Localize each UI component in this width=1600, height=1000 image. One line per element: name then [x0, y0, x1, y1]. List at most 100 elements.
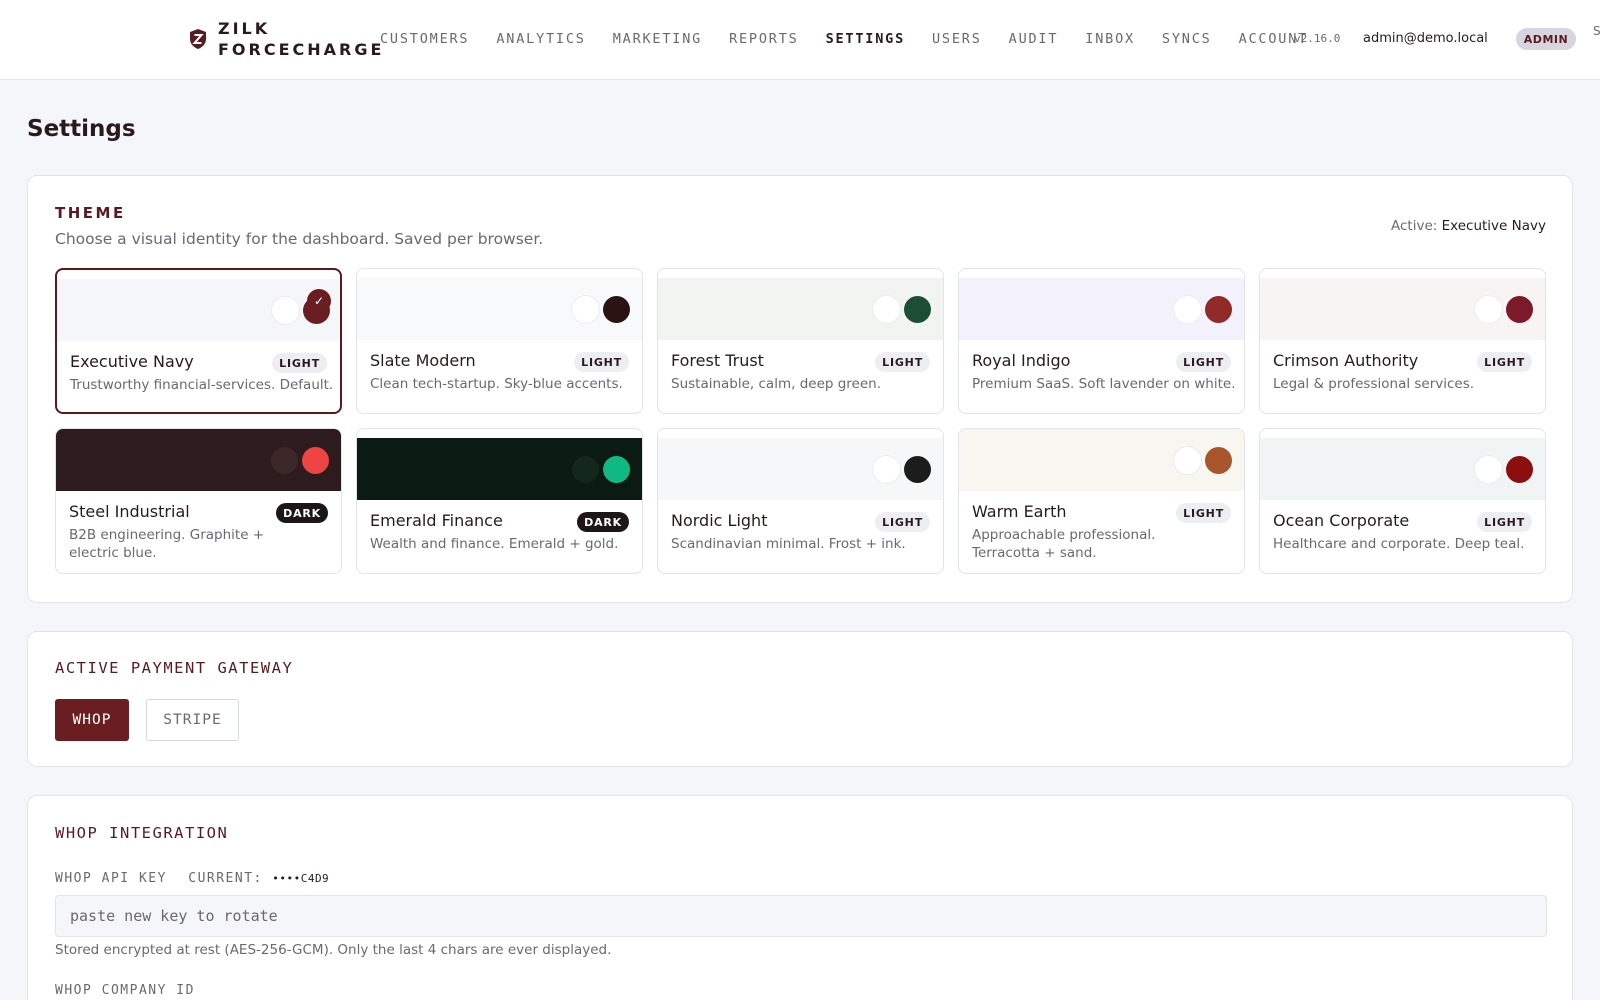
api-key-help-text: Stored encrypted at rest (AES-256-GCM). …	[55, 942, 612, 958]
app-version: v2.16.0	[1294, 32, 1341, 45]
theme-name: Executive Navy	[70, 352, 194, 371]
brand-line-1: ZILK	[218, 19, 271, 38]
theme-name: Warm Earth	[972, 502, 1067, 521]
theme-description: Clean tech-startup. Sky-blue accents.	[370, 376, 623, 392]
nav-settings[interactable]: SETTINGS	[826, 31, 905, 47]
theme-description: Trustworthy financial-services. Default.	[70, 377, 334, 393]
theme-mode-badge: DARK	[276, 503, 328, 523]
theme-description: Premium SaaS. Soft lavender on white.	[972, 376, 1236, 392]
payment-gateway-card: ACTIVE PAYMENT GATEWAY WHOP STRIPE	[27, 631, 1573, 767]
active-theme-prefix: Active:	[1391, 218, 1438, 234]
theme-description: Scandinavian minimal. Frost + ink.	[671, 536, 906, 552]
theme-mode-badge: LIGHT	[875, 512, 930, 532]
theme-description: Sustainable, calm, deep green.	[671, 376, 882, 392]
main-nav: CUSTOMERS ANALYTICS MARKETING REPORTS SE…	[380, 31, 1335, 47]
theme-tile-crimson-authority[interactable]: Crimson Authority LIGHT Legal & profession…	[1259, 268, 1546, 414]
theme-preview	[56, 429, 341, 491]
company-id-label: WHOP COMPANY ID	[55, 983, 195, 998]
theme-tile-royal-indigo[interactable]: Royal Indigo LIGHT Premium SaaS. Soft lave…	[958, 268, 1245, 414]
theme-tile-warm-earth[interactable]: Warm Earth LIGHT Approachable professional…	[958, 428, 1245, 574]
theme-swatch-background	[873, 296, 900, 323]
theme-swatch-background	[1475, 456, 1502, 483]
theme-swatch-accent	[904, 296, 931, 323]
theme-description: B2B engineering. Graphite + electric blu…	[69, 527, 265, 561]
nav-customers[interactable]: CUSTOMERS	[380, 31, 469, 47]
theme-swatch-accent	[1506, 296, 1533, 323]
theme-mode-badge: DARK	[577, 512, 629, 532]
theme-tile-slate-modern[interactable]: Slate Modern LIGHT Clean tech-startup. Sky…	[356, 268, 643, 414]
theme-swatch-background	[572, 456, 599, 483]
theme-swatch-background	[271, 447, 298, 474]
selected-check-icon: ✓	[307, 289, 331, 313]
brand-logo[interactable]: ZILK FORCECHARGE	[188, 18, 384, 60]
role-badge: ADMIN	[1516, 28, 1576, 50]
theme-name: Crimson Authority	[1273, 351, 1419, 370]
theme-name: Emerald Finance	[370, 511, 503, 530]
theme-name: Royal Indigo	[972, 351, 1071, 370]
current-key-label: CURRENT:	[188, 871, 263, 886]
nav-reports[interactable]: REPORTS	[729, 31, 799, 47]
brand-name: ZILK FORCECHARGE	[218, 18, 384, 60]
nav-syncs[interactable]: SYNCS	[1162, 31, 1212, 47]
theme-tile-executive-navy[interactable]: ✓ Executive Navy LIGHT Trustworthy financia…	[55, 268, 342, 414]
active-theme-indicator: Active: Executive Navy	[1391, 218, 1546, 234]
theme-preview	[357, 278, 642, 340]
theme-preview	[1260, 438, 1545, 500]
theme-tile-forest-trust[interactable]: Forest Trust LIGHT Sustainable, calm, deep…	[657, 268, 944, 414]
gateway-section-title: ACTIVE PAYMENT GATEWAY	[55, 659, 294, 677]
nav-marketing[interactable]: MARKETING	[613, 31, 702, 47]
theme-description: Wealth and finance. Emerald + gold.	[370, 536, 619, 552]
theme-swatch-accent	[1506, 456, 1533, 483]
theme-mode-badge: LIGHT	[1176, 352, 1231, 372]
clipped-nav-item[interactable]: S	[1593, 24, 1600, 38]
api-key-label: WHOP API KEY CURRENT: ••••C4D9	[55, 871, 329, 886]
theme-name: Nordic Light	[671, 511, 768, 530]
theme-preview	[357, 438, 642, 500]
theme-preview	[1260, 278, 1545, 340]
theme-swatch-background	[1174, 296, 1201, 323]
theme-swatch-accent	[603, 456, 630, 483]
active-theme-name: Executive Navy	[1441, 218, 1546, 234]
theme-swatch-background	[1174, 447, 1201, 474]
theme-tile-ocean-corporate[interactable]: Ocean Corporate LIGHT Healthcare and corpo…	[1259, 428, 1546, 574]
theme-tile-emerald-finance[interactable]: Emerald Finance DARK Wealth and finance. E…	[356, 428, 643, 574]
theme-name: Slate Modern	[370, 351, 476, 370]
theme-mode-badge: LIGHT	[272, 353, 327, 373]
theme-description: Choose a visual identity for the dashboa…	[55, 230, 544, 248]
theme-mode-badge: LIGHT	[574, 352, 629, 372]
theme-description: Healthcare and corporate. Deep teal.	[1273, 536, 1525, 552]
api-key-input[interactable]	[55, 895, 1547, 937]
theme-swatch-background	[272, 297, 299, 324]
brand-line-2: FORCECHARGE	[218, 40, 385, 59]
theme-name: Forest Trust	[671, 351, 764, 370]
theme-tile-steel-industrial[interactable]: Steel Industrial DARK B2B engineering. Gra…	[55, 428, 342, 574]
theme-preview	[959, 278, 1244, 340]
theme-tile-nordic-light[interactable]: Nordic Light LIGHT Scandinavian minimal. F…	[657, 428, 944, 574]
theme-mode-badge: LIGHT	[1477, 512, 1532, 532]
shield-z-icon	[190, 29, 206, 49]
nav-users[interactable]: USERS	[932, 31, 982, 47]
top-bar: ZILK FORCECHARGE CUSTOMERS ANALYTICS MAR…	[0, 0, 1600, 80]
nav-audit[interactable]: AUDIT	[1009, 31, 1059, 47]
page-title: Settings	[27, 116, 136, 142]
gateway-whop-button[interactable]: WHOP	[55, 699, 129, 741]
theme-swatch-accent	[904, 456, 931, 483]
theme-swatch-background	[1475, 296, 1502, 323]
theme-preview	[658, 438, 943, 500]
theme-card: THEME Choose a visual identity for the d…	[27, 175, 1573, 603]
theme-mode-badge: LIGHT	[1477, 352, 1532, 372]
theme-preview	[959, 429, 1244, 491]
gateway-stripe-button[interactable]: STRIPE	[146, 699, 239, 741]
theme-description: Approachable professional. Terracotta + …	[972, 527, 1156, 561]
nav-inbox[interactable]: INBOX	[1085, 31, 1135, 47]
theme-swatch-background	[873, 456, 900, 483]
theme-swatch-accent	[603, 296, 630, 323]
theme-name: Ocean Corporate	[1273, 511, 1410, 530]
theme-description: Legal & professional services.	[1273, 376, 1475, 392]
whop-section-title: WHOP INTEGRATION	[55, 824, 229, 842]
theme-name: Steel Industrial	[69, 502, 190, 521]
current-key-value: ••••C4D9	[272, 872, 330, 885]
user-email: admin@demo.local	[1363, 31, 1488, 46]
nav-analytics[interactable]: ANALYTICS	[496, 31, 585, 47]
api-key-label-text: WHOP API KEY	[55, 871, 167, 886]
